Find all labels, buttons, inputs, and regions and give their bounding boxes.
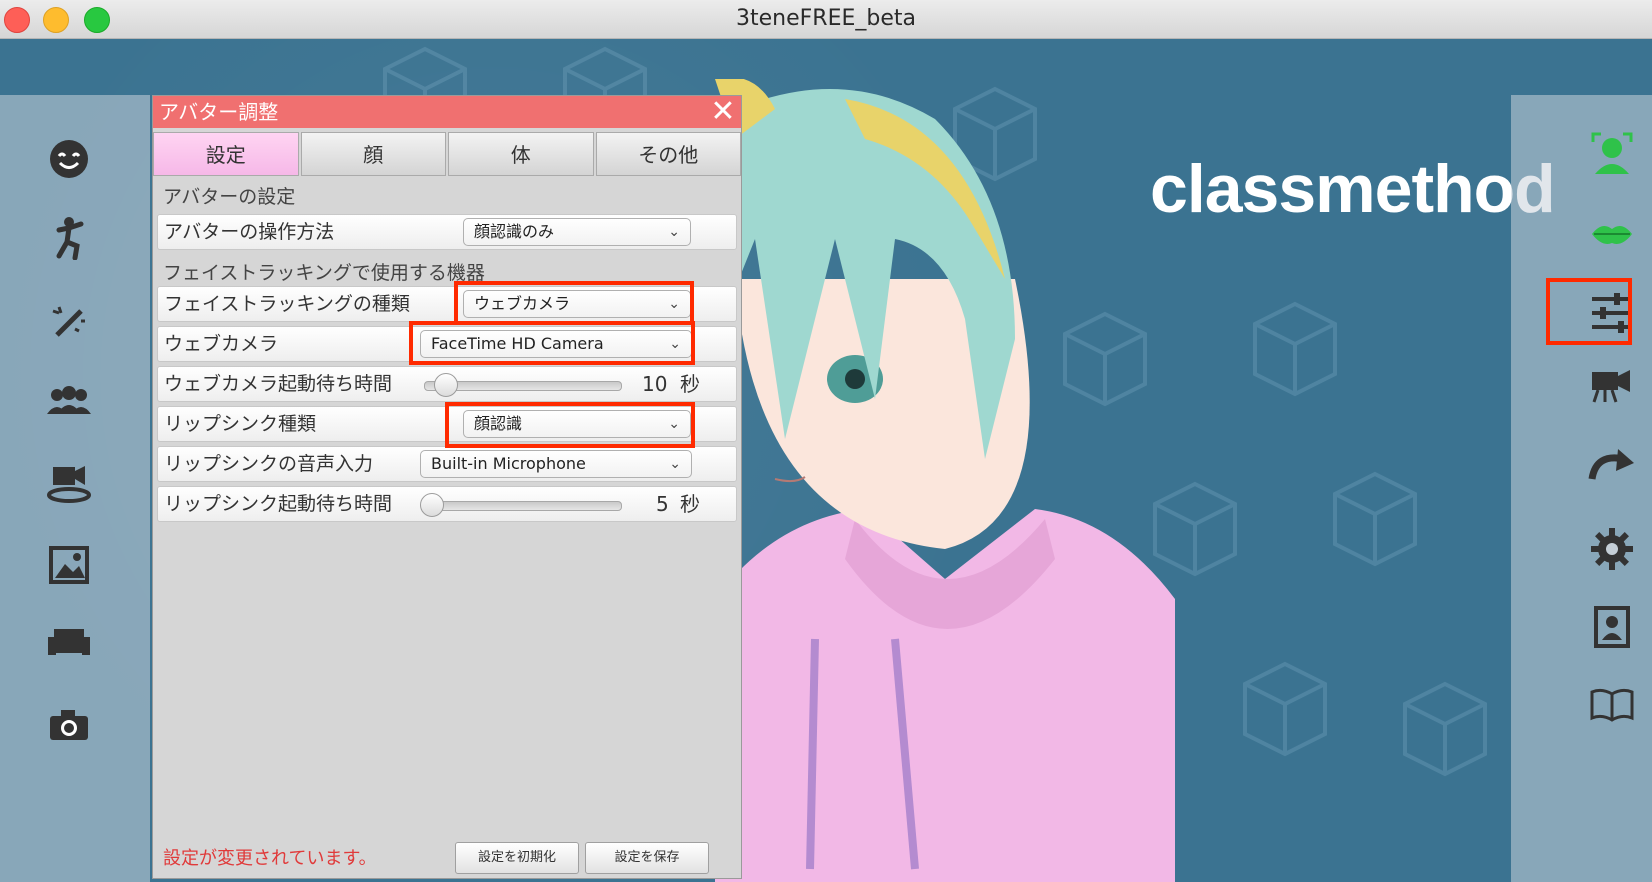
reset-settings-button[interactable]: 設定を初期化: [455, 842, 579, 874]
webcam-highlight: [409, 321, 695, 365]
tab-body[interactable]: 体: [448, 132, 594, 176]
left-sidebar: [0, 95, 150, 882]
control-method-label: アバターの操作方法: [164, 221, 335, 243]
window-title: 3teneFREE_beta: [736, 6, 916, 31]
webcam-wait-value: 10: [642, 372, 668, 396]
book-icon[interactable]: [1586, 679, 1638, 731]
unsaved-changes-message: 設定が変更されています。: [163, 848, 377, 869]
webcam-wait-slider-thumb[interactable]: [434, 373, 458, 397]
right-sidebar: [1511, 95, 1652, 882]
lipsync-mic-value: Built-in Microphone: [431, 454, 586, 473]
chevron-down-icon: ⌄: [668, 224, 680, 240]
face-tracking-icon[interactable]: [1586, 127, 1638, 179]
brand-logo: classmethod: [1132, 134, 1556, 244]
panel-tabs: 設定 顔 体 その他: [153, 132, 741, 178]
close-icon[interactable]: ✕: [709, 97, 737, 127]
lipsync-wait-row: リップシンク起動待ち時間 5 秒: [157, 486, 737, 522]
lipsync-wait-slider-thumb[interactable]: [420, 493, 444, 517]
webcam-wait-label: ウェブカメラ起動待ち時間: [164, 373, 393, 395]
background-pattern-icon: [1403, 681, 1487, 777]
chevron-down-icon: ⌄: [669, 456, 681, 472]
control-method-row: アバターの操作方法 顔認識のみ ⌄: [157, 214, 737, 250]
avatar-character: [715, 79, 1175, 882]
background-pattern-icon: [1333, 471, 1417, 567]
video-camera-icon[interactable]: [1586, 360, 1638, 412]
avatar-adjust-panel: アバター調整 ✕ 設定 顔 体 その他 アバターの設定 アバターの操作方法 顔認…: [152, 95, 742, 879]
lipsync-type-label: リップシンク種類: [164, 413, 317, 435]
window-titlebar: 3teneFREE_beta: [0, 0, 1652, 39]
section-devices: フェイストラッキングで使用する機器: [163, 262, 485, 284]
background-pattern-icon: [1243, 661, 1327, 757]
webcam-wait-unit: 秒: [680, 372, 700, 396]
lips-icon[interactable]: [1586, 208, 1638, 260]
control-method-select[interactable]: 顔認識のみ ⌄: [463, 218, 691, 246]
lipsync-wait-slider[interactable]: [424, 501, 622, 511]
redo-icon[interactable]: [1586, 440, 1638, 492]
lipsync-type-highlight: [445, 402, 695, 448]
section-avatar-settings: アバターの設定: [163, 186, 296, 208]
image-icon[interactable]: [43, 539, 95, 591]
webcam-label: ウェブカメラ: [164, 333, 279, 355]
tab-other[interactable]: その他: [595, 132, 741, 176]
lipsync-wait-unit: 秒: [680, 492, 700, 516]
tracking-type-label: フェイストラッキングの種類: [164, 293, 410, 315]
lipsync-mic-select[interactable]: Built-in Microphone ⌄: [420, 450, 692, 478]
camera-icon[interactable]: [43, 699, 95, 751]
lipsync-mic-label: リップシンクの音声入力: [164, 453, 374, 475]
tracking-type-highlight: [454, 281, 694, 325]
tab-face[interactable]: 顔: [300, 132, 446, 176]
sliders-highlight: [1546, 278, 1632, 345]
background-pattern-icon: [1253, 301, 1337, 397]
panel-title: アバター調整: [159, 100, 279, 124]
camera-stage-icon[interactable]: [43, 457, 95, 509]
save-settings-button[interactable]: 設定を保存: [585, 842, 709, 874]
face-icon[interactable]: [43, 133, 95, 185]
tab-settings[interactable]: 設定: [153, 132, 299, 176]
panel-header: アバター調整 ✕: [153, 96, 741, 128]
logo-text: classmethod: [1150, 151, 1556, 227]
sofa-icon[interactable]: [43, 617, 95, 669]
control-method-value: 顔認識のみ: [474, 222, 555, 241]
portrait-icon[interactable]: [1586, 601, 1638, 653]
pose-icon[interactable]: [43, 212, 95, 264]
lipsync-wait-label: リップシンク起動待ち時間: [164, 493, 393, 515]
gear-icon[interactable]: [1586, 523, 1638, 575]
group-icon[interactable]: [43, 375, 95, 427]
webcam-wait-row: ウェブカメラ起動待ち時間 10 秒: [157, 366, 737, 402]
effect-wand-icon[interactable]: [43, 295, 95, 347]
lipsync-wait-value: 5: [656, 492, 669, 516]
lipsync-mic-row: リップシンクの音声入力 Built-in Microphone ⌄: [157, 446, 737, 482]
